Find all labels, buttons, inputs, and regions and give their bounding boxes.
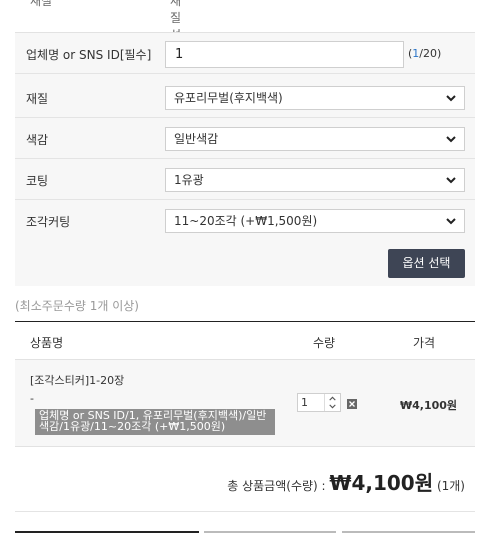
- header-quantity: 수량: [313, 336, 336, 350]
- spinner-arrows-icon[interactable]: [324, 394, 340, 411]
- product-name: [조각스티커]1-20장: [30, 374, 125, 387]
- option-row-cutting: 조각커팅 11~20조각 (+₩1,500원): [15, 200, 475, 241]
- option-row-coating: 코팅 1유광: [15, 159, 475, 200]
- table-header: 상품명 수량 가격: [15, 321, 475, 360]
- quantity-value: 1: [301, 396, 308, 409]
- option-panel: 업체명 or SNS ID[필수] 1 (1/20) 재질 유포리무벌(후지백색…: [15, 32, 475, 286]
- product-option-line-2: 색감/1유광/11~20조각 (+₩1,500원): [39, 420, 226, 433]
- product-dash: -: [30, 392, 34, 405]
- option-label-coating: 코팅: [26, 174, 49, 188]
- row-price: ₩4,100원: [400, 399, 458, 412]
- char-counter: (1/20): [408, 47, 442, 60]
- product-option-tag: 업체명 or SNS ID/1, 유포리무벌(후지백색)/일반 색감/1유광/1…: [35, 409, 275, 435]
- previous-row-partial: 재질 재질선택(필수): [30, 0, 186, 93]
- total-summary: 총 상품금액(수량) : ₩4,100원 (1개): [227, 467, 465, 496]
- total-amount: ₩4,100원: [329, 471, 434, 495]
- divider: [15, 511, 475, 512]
- selected-items-table: 상품명 수량 가격 [조각스티커]1-20장 - 업체명 or SNS ID/1…: [15, 321, 475, 447]
- close-icon[interactable]: [347, 399, 357, 409]
- header-product-name: 상품명: [30, 336, 64, 350]
- option-select-button[interactable]: 옵션 선택: [388, 249, 465, 278]
- option-label-name: 업체명 or SNS ID[필수]: [26, 48, 152, 62]
- cutting-select[interactable]: 11~20조각 (+₩1,500원): [165, 209, 465, 233]
- option-row-color: 색감 일반색감: [15, 118, 475, 159]
- option-row-material: 재질 유포리무벌(후지백색): [15, 77, 475, 118]
- chevron-down-icon: [446, 177, 456, 184]
- chevron-down-icon: [446, 218, 456, 225]
- cutting-select-value: 11~20조각 (+₩1,500원): [174, 214, 318, 228]
- total-label: 총 상품금액(수량) :: [227, 479, 330, 493]
- option-label-material: 재질: [26, 92, 49, 106]
- previous-row-label: 재질: [30, 0, 53, 8]
- min-order-note: (최소주문수량 1개 이상): [15, 299, 139, 313]
- coating-select[interactable]: 1유광: [165, 168, 465, 192]
- material-select-value: 유포리무벌(후지백색): [174, 91, 283, 105]
- coating-select-value: 1유광: [174, 173, 204, 187]
- table-row: [조각스티커]1-20장 - 업체명 or SNS ID/1, 유포리무벌(후지…: [15, 360, 475, 447]
- total-count: (1개): [436, 479, 465, 493]
- chevron-down-icon: [446, 95, 456, 102]
- color-select[interactable]: 일반색감: [165, 127, 465, 151]
- name-input[interactable]: 1: [165, 41, 404, 68]
- char-count-max: /20: [419, 47, 437, 60]
- option-label-cutting: 조각커팅: [26, 215, 71, 229]
- option-row-name: 업체명 or SNS ID[필수] 1 (1/20): [15, 33, 475, 74]
- quantity-stepper[interactable]: 1: [297, 393, 341, 412]
- material-select[interactable]: 유포리무벌(후지백색): [165, 86, 465, 110]
- option-label-color: 색감: [26, 133, 49, 147]
- color-select-value: 일반색감: [174, 132, 219, 146]
- chevron-down-icon: [446, 136, 456, 143]
- header-price: 가격: [413, 336, 436, 350]
